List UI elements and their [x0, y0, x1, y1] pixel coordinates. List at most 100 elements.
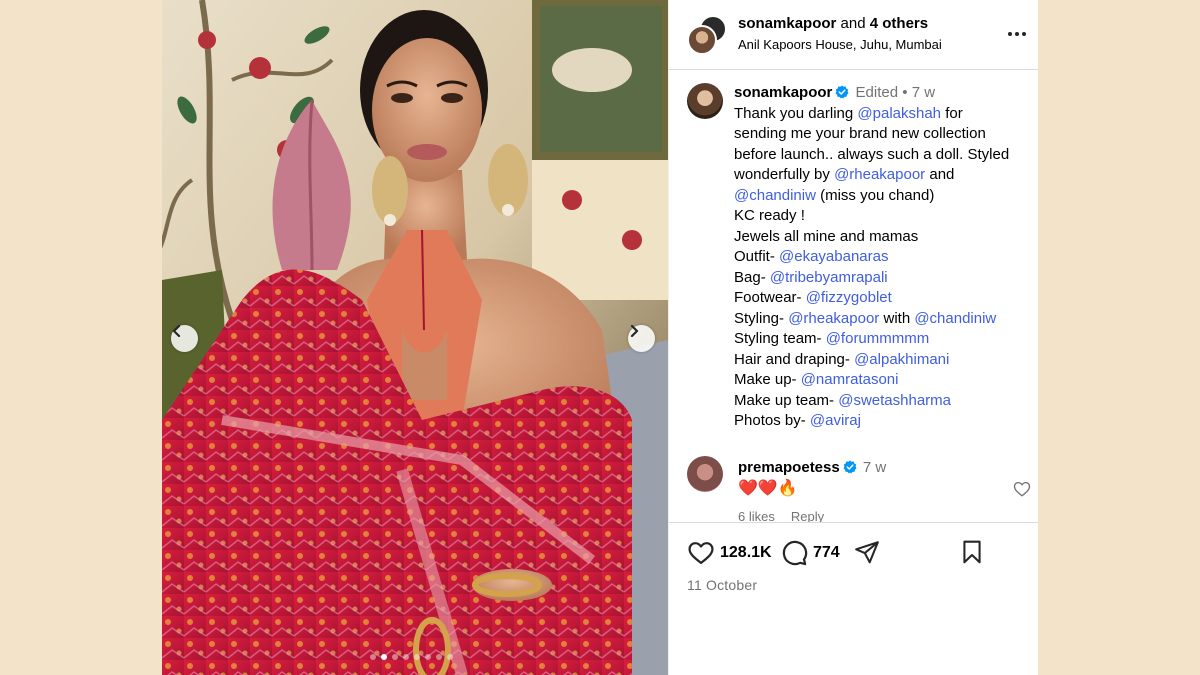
- caption-line: wonderfully by @rheakapoor and: [734, 165, 1029, 186]
- mention-link[interactable]: @tribebyamrapali: [770, 269, 888, 286]
- caption-text-segment: Bag-: [734, 268, 770, 286]
- comments-section[interactable]: sonamkapoor Edited • 7 w Thank you darli…: [669, 70, 1038, 522]
- verified-badge-icon: [835, 85, 849, 99]
- meta-separator: •: [902, 84, 908, 101]
- caption-line: Make up team- @swetashharma: [734, 391, 1029, 412]
- caption-text: Thank you darling @palakshah for sending …: [734, 104, 1029, 432]
- caption-text-segment: sending me your brand new collection: [734, 125, 986, 142]
- mention-link[interactable]: @palakshah: [857, 105, 941, 122]
- post-actions: 128.1K 774 11 October: [669, 522, 1038, 675]
- caption-text-segment: wonderfully by: [734, 166, 835, 183]
- caption-line: Hair and draping- @alpakhimani: [734, 350, 1029, 371]
- next-photo-button[interactable]: [628, 325, 655, 352]
- verified-badge-icon: [843, 460, 857, 474]
- carousel-dot: [447, 654, 453, 660]
- mention-link[interactable]: @aviraj: [810, 412, 861, 429]
- post-photo: [162, 0, 668, 675]
- comment-icon: [782, 540, 808, 566]
- avatar[interactable]: [687, 83, 723, 119]
- post-date[interactable]: 11 October: [687, 577, 757, 593]
- send-icon: [855, 541, 879, 564]
- bookmark-icon: [963, 540, 981, 564]
- comment-button[interactable]: 774: [780, 539, 840, 567]
- comment-meta: 6 likes Reply: [738, 509, 840, 522]
- caption-line: Thank you darling @palakshah for: [734, 104, 1029, 125]
- caption-line: sending me your brand new collection: [734, 124, 1029, 145]
- avatar: [687, 25, 717, 55]
- mention-link[interactable]: @chandiniw: [734, 187, 816, 204]
- mention-link[interactable]: @swetashharma: [838, 392, 951, 409]
- save-button[interactable]: [959, 539, 985, 565]
- caption-line: Photos by- @aviraj: [734, 411, 1029, 432]
- mention-link[interactable]: @ekayabanaras: [779, 248, 888, 265]
- comment-username-link[interactable]: premapoetess: [738, 459, 840, 476]
- location-link[interactable]: Anil Kapoors House, Juhu, Mumbai: [738, 37, 942, 53]
- more-options-button[interactable]: [1005, 24, 1029, 44]
- edited-label: Edited: [855, 84, 899, 101]
- like-button[interactable]: 128.1K: [687, 539, 772, 567]
- chevron-left-icon: [172, 325, 181, 337]
- likes-count[interactable]: 128.1K: [720, 544, 772, 562]
- post-details-panel: sonamkapoor and 4 others Anil Kapoors Ho…: [668, 0, 1038, 675]
- more-horizontal-icon: [1008, 32, 1026, 36]
- mention-link[interactable]: @forummmmm: [826, 330, 930, 347]
- caption-line: Outfit- @ekayabanaras: [734, 247, 1029, 268]
- heart-icon: [1013, 481, 1031, 497]
- mention-link[interactable]: @chandiniw: [914, 310, 996, 327]
- carousel-dot: [414, 654, 420, 660]
- previous-photo-button[interactable]: [171, 325, 198, 352]
- portrait-illustration: [162, 0, 668, 675]
- caption-line: Styling- @rheakapoor with @chandiniw: [734, 309, 1029, 330]
- post-authors: sonamkapoor and 4 others: [738, 15, 928, 33]
- caption-text-segment: before launch.. always such a doll. Styl…: [734, 145, 1010, 163]
- caption-text-segment: Jewels all mine and mamas: [734, 227, 919, 245]
- carousel-dot: [392, 654, 398, 660]
- mention-link[interactable]: @rheakapoor: [834, 166, 925, 183]
- caption-text-segment: Hair and draping-: [734, 350, 855, 368]
- caption-username-link[interactable]: sonamkapoor: [734, 84, 832, 101]
- mention-link[interactable]: @fizzygoblet: [806, 289, 892, 306]
- comments-count[interactable]: 774: [813, 544, 840, 562]
- comment-likes-link[interactable]: 6 likes: [738, 509, 775, 522]
- caption-line: KC ready !: [734, 206, 1029, 227]
- author-username-link[interactable]: sonamkapoor: [738, 15, 836, 32]
- caption-line: Footwear- @fizzygoblet: [734, 288, 1029, 309]
- caption-text-segment: Make up team-: [734, 391, 839, 409]
- reply-button[interactable]: Reply: [791, 509, 824, 522]
- caption-line: Jewels all mine and mamas: [734, 227, 1029, 248]
- share-button[interactable]: [854, 539, 880, 565]
- caption-line: Make up- @namratasoni: [734, 370, 1029, 391]
- caption-text-segment: Styling-: [734, 309, 789, 327]
- caption-line: @chandiniw (miss you chand): [734, 186, 1029, 207]
- mention-link[interactable]: @alpakhimani: [854, 351, 949, 368]
- caption-timestamp[interactable]: 7 w: [912, 84, 935, 101]
- heart-icon: [688, 542, 714, 565]
- comment-header: premapoetess 7 w: [738, 459, 886, 477]
- collaborator-avatars[interactable]: [687, 15, 727, 55]
- caption: sonamkapoor Edited • 7 w Thank you darli…: [734, 83, 1029, 432]
- comment-timestamp[interactable]: 7 w: [863, 459, 886, 476]
- caption-text-segment: KC ready !: [734, 207, 805, 224]
- carousel-dot: [436, 654, 442, 660]
- caption-line: Styling team- @forummmmm: [734, 329, 1029, 350]
- like-comment-button[interactable]: [1013, 480, 1031, 498]
- caption-line: Bag- @tribebyamrapali: [734, 268, 1029, 289]
- avatar[interactable]: [687, 456, 723, 492]
- caption-text-segment: Outfit-: [734, 248, 780, 265]
- post-header: sonamkapoor and 4 others Anil Kapoors Ho…: [669, 0, 1038, 70]
- comment-text: ❤️❤️🔥: [738, 480, 798, 497]
- others-link[interactable]: 4 others: [870, 15, 928, 32]
- mention-link[interactable]: @rheakapoor: [788, 310, 879, 327]
- chevron-right-icon: [630, 325, 639, 337]
- caption-line: before launch.. always such a doll. Styl…: [734, 145, 1029, 166]
- caption-text-segment: (miss you chand): [815, 186, 935, 204]
- carousel-dot: [425, 654, 431, 660]
- caption-text-segment: for: [941, 104, 963, 122]
- caption-text-segment: Make up-: [734, 371, 801, 388]
- carousel-indicator: [370, 654, 453, 660]
- caption-text-segment: Thank you darling: [734, 104, 858, 122]
- caption-text-segment: with: [879, 309, 915, 327]
- carousel-dot: [403, 654, 409, 660]
- mention-link[interactable]: @namratasoni: [801, 371, 899, 388]
- carousel-dot: [370, 654, 376, 660]
